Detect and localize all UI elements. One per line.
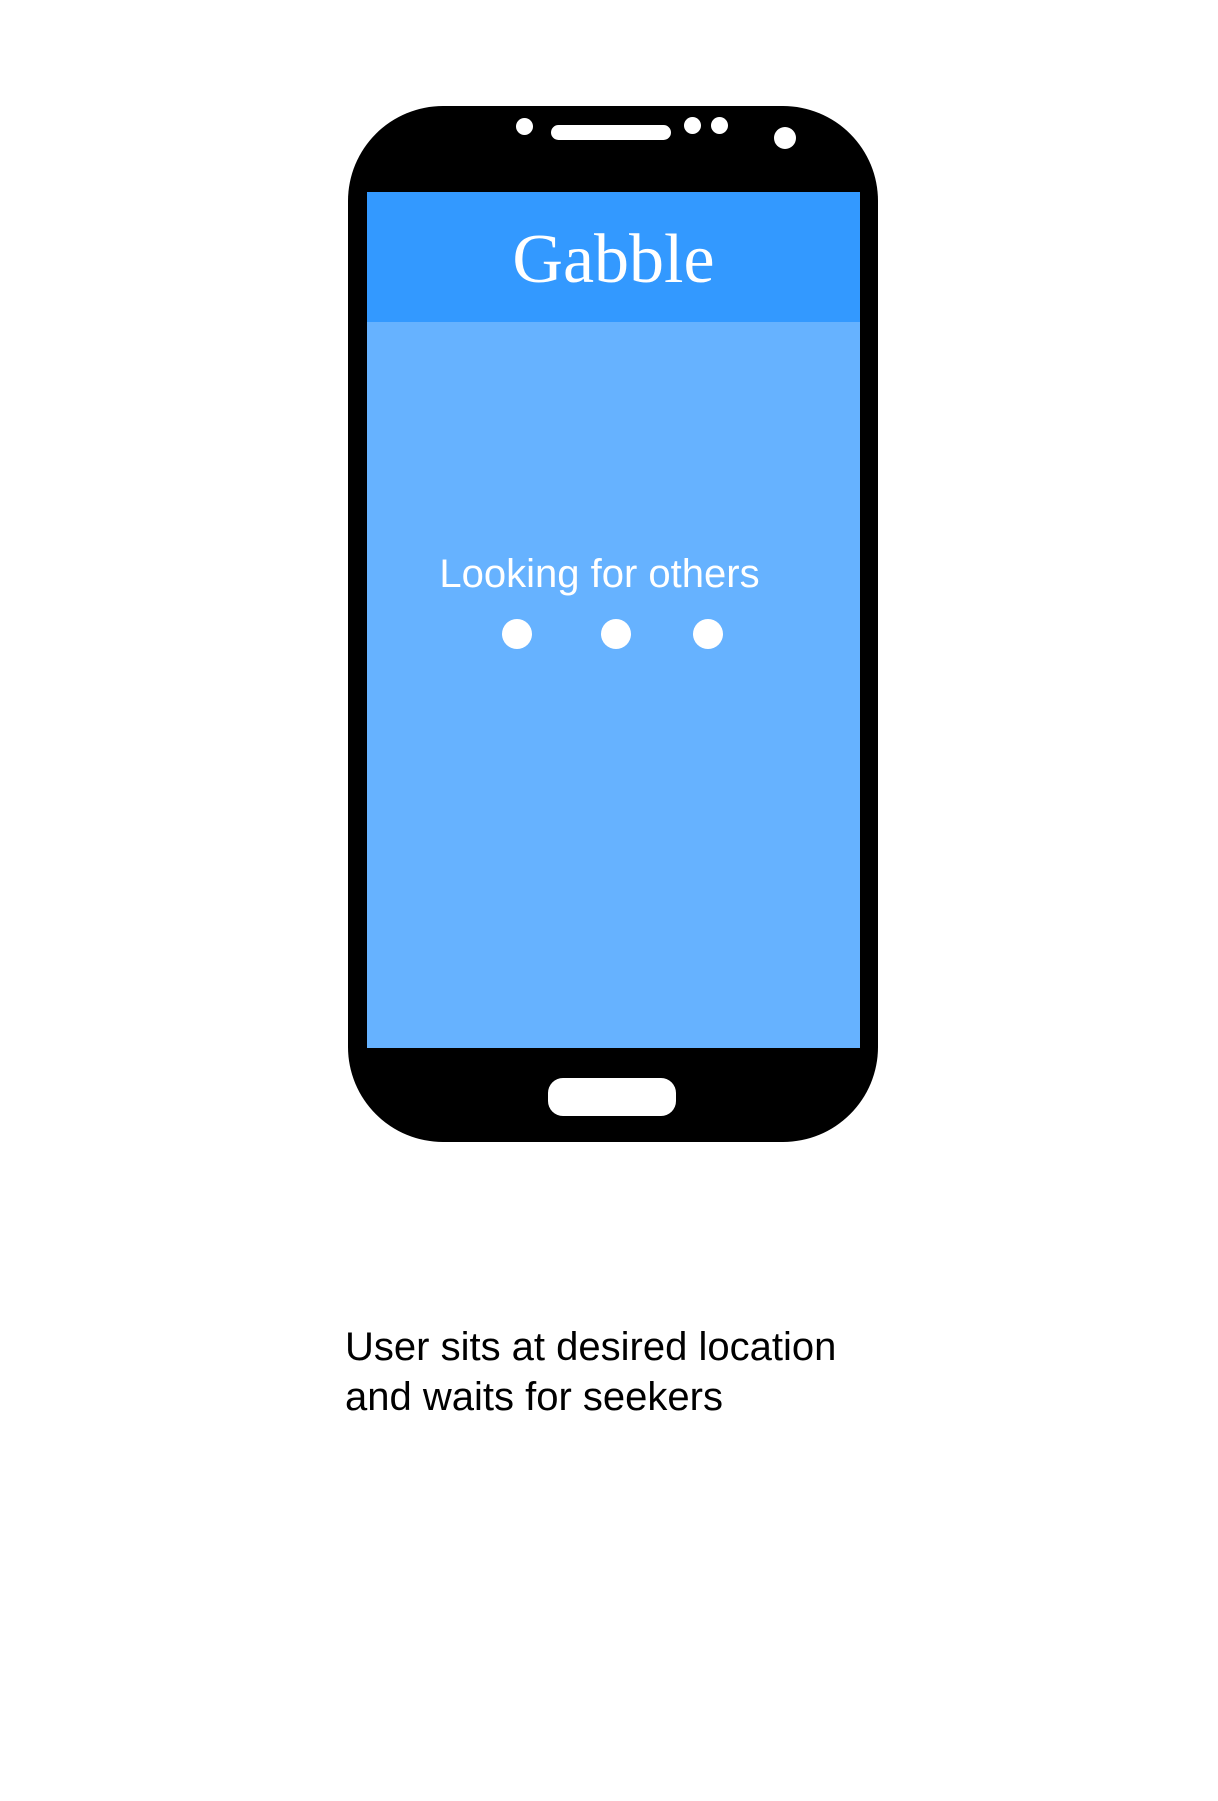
home-button[interactable] [548, 1078, 676, 1116]
sensor-dot [684, 117, 701, 134]
status-text: Looking for others [439, 552, 760, 596]
caption-line: and waits for seekers [345, 1375, 723, 1419]
sensor-dot [711, 117, 728, 134]
loading-dot [693, 619, 723, 649]
phone-screen: Gabble Looking for others [367, 192, 860, 1048]
loading-dot [502, 619, 532, 649]
sensor-dot [516, 118, 533, 135]
app-title: Gabble [512, 221, 715, 298]
caption: User sits at desired location and waits … [345, 1322, 985, 1422]
loading-dot [601, 619, 631, 649]
app-header: Gabble [367, 192, 860, 322]
caption-line: User sits at desired location [345, 1325, 837, 1369]
earpiece-speaker [551, 125, 671, 140]
phone-mockup: Gabble Looking for others [348, 106, 878, 1142]
front-camera [774, 127, 796, 149]
